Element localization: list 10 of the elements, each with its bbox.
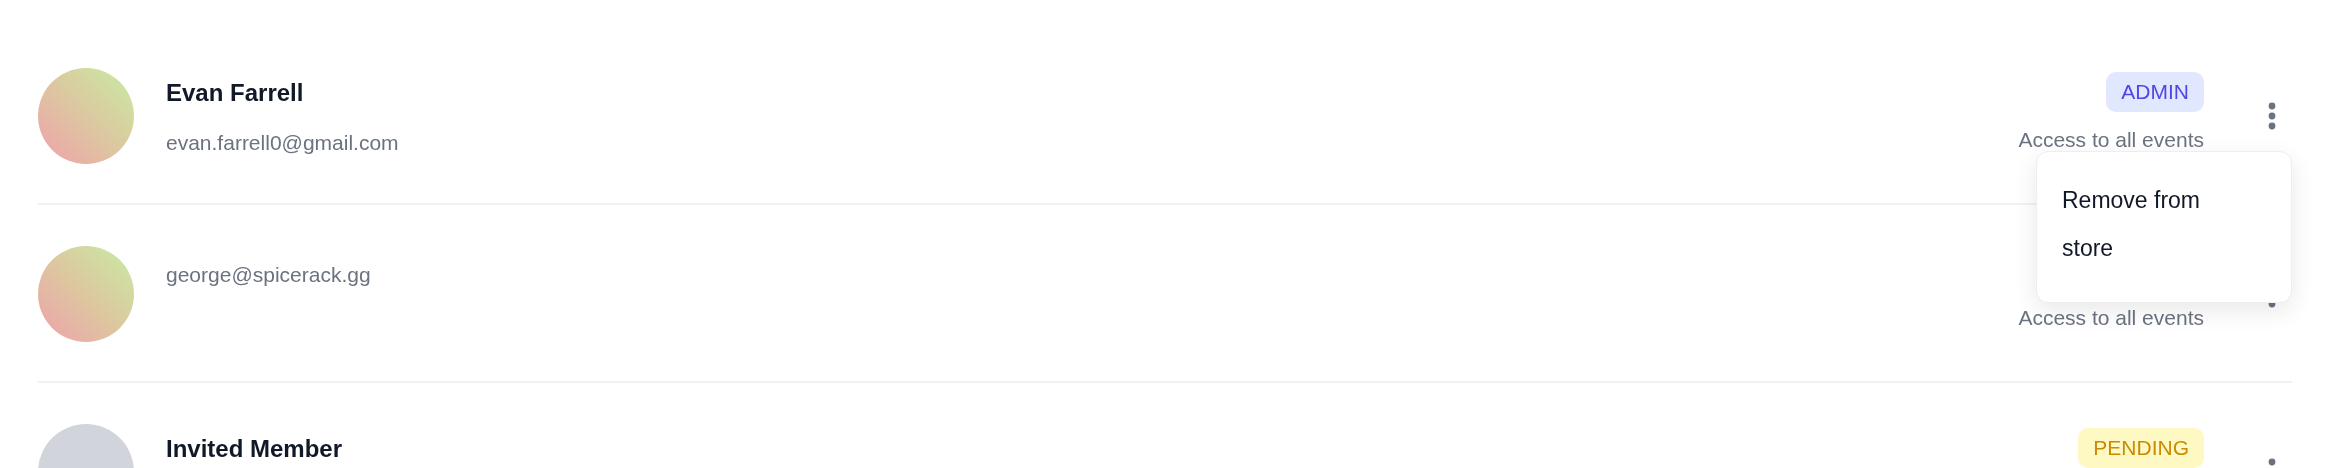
member-name: Invited Member [166, 434, 344, 464]
access-label: Access to all events [2018, 127, 2204, 153]
menu-item[interactable]: Remove from store [2062, 176, 2247, 272]
member-email: george@spicerack.gg [166, 262, 372, 288]
member-email: evan.farrell0@gmail.com [166, 130, 400, 156]
access-label: Access to all events [2018, 305, 2204, 331]
member-name: Evan Farrell [166, 78, 305, 108]
role-badge: PENDING [2078, 428, 2204, 468]
role-badge: ADMIN [2106, 72, 2204, 112]
more-icon[interactable] [2268, 102, 2276, 130]
